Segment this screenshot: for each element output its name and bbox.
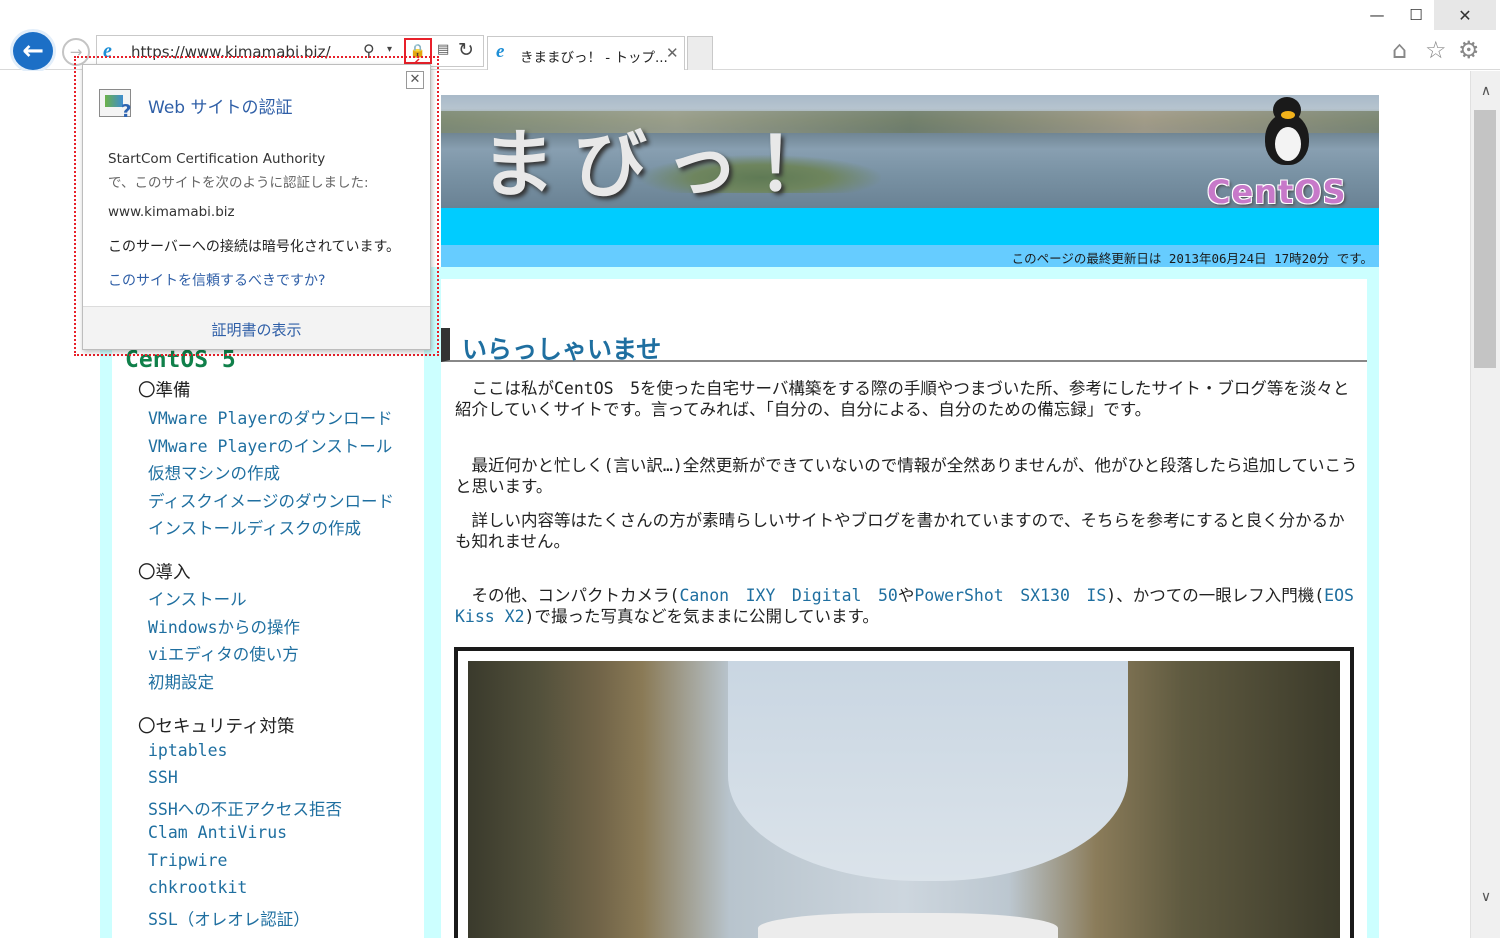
popup-issuer-desc: で、このサイトを次のように認証しました: bbox=[108, 175, 369, 191]
intro-paragraph: ここは私がCentOS 5を使った自宅サーバ構築をする際の手順やつまづいた所、参… bbox=[455, 379, 1350, 419]
tab-kimamabi[interactable]: e きままびっ！ - トップ... ✕ bbox=[487, 36, 685, 70]
site-title-banner: まびっ！ bbox=[481, 122, 849, 208]
popup-trust-link[interactable]: このサイトを信頼するべきですか? bbox=[108, 270, 325, 290]
popup-issuer: StartCom Certification Authority bbox=[108, 151, 326, 167]
tux-belly bbox=[1275, 127, 1301, 161]
tab-title: きままびっ！ - トップ... bbox=[520, 50, 668, 66]
camera-paragraph: その他、コンパクトカメラ(Canon IXY Digital 50やPowerS… bbox=[455, 585, 1360, 627]
tux-beak bbox=[1281, 111, 1295, 119]
sidebar-link-clamav[interactable]: Clam AntiVirus bbox=[148, 823, 287, 842]
sidebar-link-iptables[interactable]: iptables bbox=[148, 741, 227, 760]
sidebar-link-ssh[interactable]: SSH bbox=[148, 768, 178, 787]
gear-icon[interactable]: ⚙ bbox=[1458, 36, 1480, 64]
sidebar-link-windows-ops[interactable]: Windowsからの操作 bbox=[148, 614, 300, 638]
site-identification-popup: ✕ ? Web サイトの認証 StartCom Certification Au… bbox=[82, 64, 431, 350]
compatibility-view-icon[interactable]: ▤ bbox=[437, 42, 449, 57]
header-band bbox=[441, 208, 1379, 245]
sidebar-link-install[interactable]: インストール bbox=[148, 586, 247, 610]
sidebar-link-tripwire[interactable]: Tripwire bbox=[148, 851, 227, 870]
sidebar-section-prep: 〇準備 bbox=[138, 381, 191, 401]
photo-frame bbox=[454, 647, 1354, 938]
vertical-scrollbar[interactable]: ∧ ∨ bbox=[1470, 71, 1500, 938]
sidebar-link-vmware-install[interactable]: VMware Playerのインストール bbox=[148, 433, 392, 457]
popup-encrypted-status: このサーバーへの接続は暗号化されています。 bbox=[108, 239, 401, 255]
close-window-button[interactable]: ✕ bbox=[1434, 0, 1496, 30]
welcome-heading: いらっしゃいませ bbox=[441, 328, 1367, 364]
update-paragraph: 最近何かと忙しく(言い訳…)全然更新ができていないので情報が全然ありませんが、他… bbox=[455, 456, 1358, 496]
scroll-thumb[interactable] bbox=[1474, 110, 1496, 368]
last-updated-text: このページの最終更新日は 2013年06月24日 17時20分 です。 bbox=[1011, 251, 1373, 266]
popup-close-icon[interactable]: ✕ bbox=[406, 71, 424, 89]
home-icon[interactable]: ⌂ bbox=[1392, 36, 1407, 64]
sidebar-section-security: 〇セキュリティ対策 bbox=[138, 717, 295, 737]
tux-penguin-icon bbox=[1259, 97, 1315, 171]
question-mark-icon: ? bbox=[121, 101, 132, 122]
sidebar-link-disk-image[interactable]: ディスクイメージのダウンロード bbox=[148, 488, 394, 512]
sidebar-link-install-disk[interactable]: インストールディスクの作成 bbox=[148, 515, 361, 539]
photo-sky bbox=[728, 661, 1128, 881]
sidebar-link-ssh-deny[interactable]: SSHへの不正アクセス拒否 bbox=[148, 796, 342, 820]
camera-text-b: や bbox=[897, 586, 915, 605]
centos-logo-text: CentOS bbox=[1207, 173, 1347, 208]
refresh-icon[interactable]: ↻ bbox=[458, 39, 474, 61]
link-canon-ixy[interactable]: Canon IXY Digital 50 bbox=[679, 586, 897, 605]
scroll-down-icon[interactable]: ∨ bbox=[1471, 889, 1500, 905]
view-certificate-button[interactable]: 証明書の表示 bbox=[83, 319, 430, 340]
popup-footer: 証明書の表示 bbox=[83, 306, 430, 349]
maximize-button[interactable]: ☐ bbox=[1400, 0, 1432, 30]
camera-text-d: )で撮った写真などを気ままに公開しています。 bbox=[524, 607, 879, 626]
certificate-icon: ? bbox=[99, 87, 137, 122]
reference-paragraph: 詳しい内容等はたくさんの方が素晴らしいサイトやブログを書かれていますので、そちら… bbox=[455, 511, 1345, 551]
address-dropdown-icon[interactable]: ▾ bbox=[387, 44, 392, 55]
header-banner: まびっ！ CentOS bbox=[441, 95, 1379, 208]
sidebar-section-intro: 〇導入 bbox=[138, 563, 191, 583]
link-powershot[interactable]: PowerShot SX130 IS bbox=[914, 586, 1106, 605]
sidebar-link-vi-editor[interactable]: viエディタの使い方 bbox=[148, 641, 299, 665]
sidebar-link-initial-setup[interactable]: 初期設定 bbox=[148, 669, 214, 693]
waterfall-photo bbox=[468, 661, 1340, 938]
camera-text-a: その他、コンパクトカメラ( bbox=[455, 586, 680, 605]
sidebar-link-ssl[interactable]: SSL（オレオレ認証） bbox=[148, 906, 310, 930]
minimize-button[interactable]: — bbox=[1362, 0, 1392, 30]
update-band: このページの最終更新日は 2013年06月24日 17時20分 です。 bbox=[441, 245, 1379, 267]
sidebar bbox=[112, 341, 424, 938]
sidebar-link-vm-create[interactable]: 仮想マシンの作成 bbox=[148, 460, 280, 484]
sidebar-link-vmware-download[interactable]: VMware Playerのダウンロード bbox=[148, 405, 393, 429]
sidebar-link-chkrootkit[interactable]: chkrootkit bbox=[148, 878, 247, 897]
tux-head bbox=[1273, 97, 1301, 123]
popup-domain: www.kimamabi.biz bbox=[108, 204, 235, 220]
photo-waterfall bbox=[758, 913, 1058, 938]
tab-ie-logo-icon: e bbox=[496, 41, 505, 62]
new-tab-button[interactable] bbox=[687, 36, 713, 70]
camera-text-c: )、かつての一眼レフ入門機( bbox=[1106, 586, 1325, 605]
tab-close-icon[interactable]: ✕ bbox=[666, 44, 679, 62]
back-arrow-icon: ← bbox=[22, 36, 44, 66]
popup-title: Web サイトの認証 bbox=[148, 98, 293, 118]
scroll-up-icon[interactable]: ∧ bbox=[1471, 83, 1500, 99]
welcome-heading-text: いらっしゃいませ bbox=[462, 335, 662, 364]
back-button[interactable]: ← bbox=[10, 29, 56, 73]
favorites-star-icon[interactable]: ☆ bbox=[1425, 36, 1447, 64]
